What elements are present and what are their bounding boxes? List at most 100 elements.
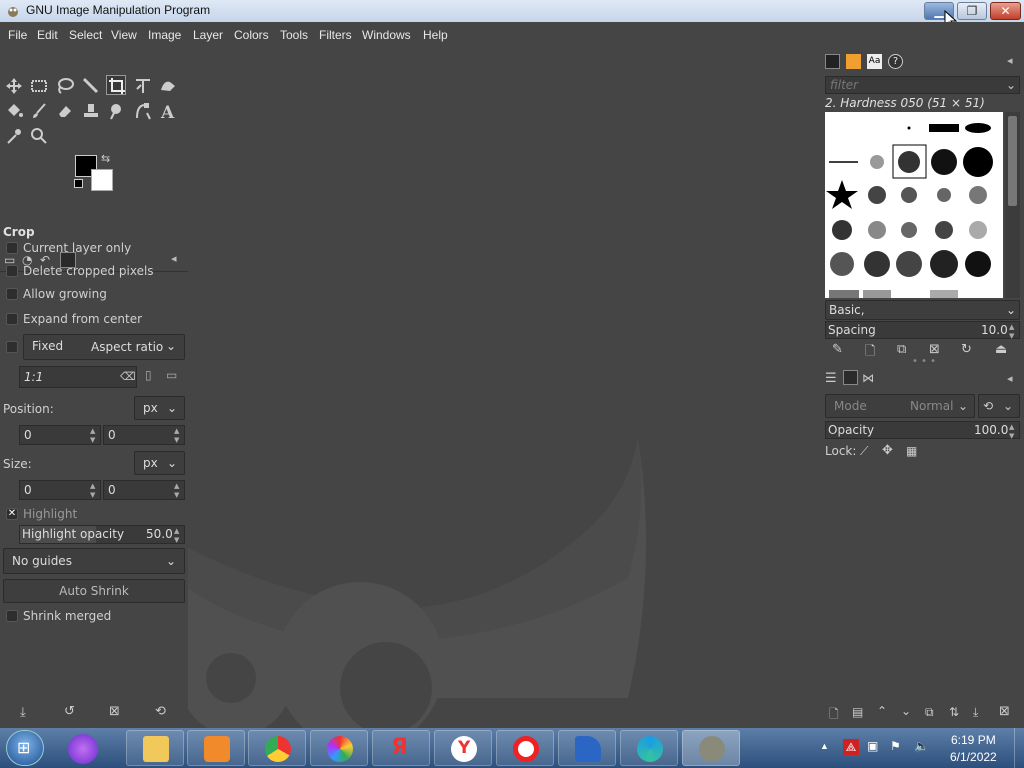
menu-file[interactable]: File — [8, 28, 27, 42]
help-tab-icon[interactable]: ? — [888, 54, 903, 69]
file-explorer-app[interactable] — [126, 730, 184, 766]
clear-icon[interactable]: ⌫ — [120, 367, 136, 387]
zoom-tool-icon[interactable] — [29, 126, 49, 146]
channels-tab-icon[interactable] — [843, 370, 858, 385]
fonts-tab-icon[interactable]: Aa — [867, 54, 882, 69]
tab-menu-icon[interactable]: ◂ — [171, 252, 177, 265]
layers-tab-icon[interactable]: ☰ — [825, 371, 837, 386]
spin-arrows-icon[interactable]: ▲ ▼ — [90, 427, 98, 445]
spacing-slider[interactable]: Spacing 10.0 ▲ ▼ — [825, 321, 1020, 341]
tab-menu-icon[interactable]: ◂ — [1007, 54, 1013, 67]
close-button[interactable]: ✕ — [990, 2, 1021, 20]
portrait-icon[interactable]: ▯ — [145, 368, 152, 382]
dock-separator-handle[interactable]: • • • — [912, 356, 936, 367]
menu-help[interactable]: Help — [423, 28, 448, 42]
highlight-checkbox[interactable]: ✕ — [6, 508, 18, 520]
landscape-icon[interactable]: ▭ — [166, 368, 177, 382]
edge-app[interactable] — [620, 730, 678, 766]
lock-position-icon[interactable]: ✥ — [882, 443, 893, 458]
alice-assistant-icon[interactable] — [68, 734, 98, 764]
size-height-input[interactable]: 0 ▲ ▼ — [103, 480, 185, 500]
menu-windows[interactable]: Windows — [362, 28, 411, 42]
anchor-layer-icon[interactable]: ⇅ — [949, 705, 959, 719]
menu-image[interactable]: Image — [148, 28, 181, 42]
menu-edit[interactable]: Edit — [37, 28, 58, 42]
restore-options-icon[interactable]: ↺ — [64, 704, 75, 719]
flag-icon[interactable]: ⚑ — [890, 739, 901, 753]
layer-composite-dropdown[interactable]: ⟲ ⌄ — [978, 394, 1020, 418]
lock-pixels-icon[interactable]: ⟋ — [860, 444, 868, 459]
background-color-swatch[interactable] — [91, 169, 113, 191]
menu-view[interactable]: View — [111, 28, 137, 42]
menu-colors[interactable]: Colors — [234, 28, 269, 42]
media-player-app[interactable] — [187, 730, 245, 766]
chrome-app[interactable] — [248, 730, 306, 766]
device-icon[interactable]: ▣ — [867, 739, 878, 753]
position-x-input[interactable]: 0 ▲ ▼ — [19, 425, 101, 445]
fixed-mode-dropdown[interactable]: Fixed Aspect ratio ⌄ — [23, 334, 185, 360]
paths-tab-icon[interactable]: ⋈ — [862, 371, 874, 385]
text-tool-icon[interactable]: A — [158, 101, 178, 123]
swap-colors-icon[interactable]: ⇆ — [101, 152, 110, 165]
brush-filter-input[interactable]: filter ⌄ — [825, 76, 1020, 94]
size-unit-dropdown[interactable]: px ⌄ — [134, 451, 185, 475]
lock-alpha-icon[interactable]: ▦ — [906, 444, 917, 458]
brushes-tab-icon[interactable] — [825, 54, 840, 69]
refresh-brushes-icon[interactable]: ↻ — [961, 342, 972, 357]
expand-from-center-checkbox[interactable] — [6, 313, 18, 325]
clone-tool-icon[interactable] — [81, 101, 101, 121]
brush-scrollbar[interactable] — [1005, 112, 1020, 298]
clock-date[interactable]: 6/1/2022 — [950, 750, 997, 764]
crop-tool-icon[interactable] — [106, 75, 126, 95]
merge-layer-icon[interactable]: ⤓ — [973, 705, 978, 720]
position-unit-dropdown[interactable]: px ⌄ — [134, 396, 185, 420]
volume-icon[interactable]: 🔈 — [914, 739, 929, 753]
spin-arrows-icon[interactable]: ▲ ▼ — [174, 427, 182, 445]
photos-app[interactable] — [310, 730, 368, 766]
save-options-icon[interactable]: ⤓ — [20, 705, 26, 720]
scrollbar-thumb[interactable] — [1008, 116, 1017, 206]
yandex-browser-app[interactable]: Я — [372, 730, 430, 766]
size-width-input[interactable]: 0 ▲ ▼ — [19, 480, 101, 500]
eraser-tool-icon[interactable] — [55, 101, 75, 121]
lasso-tool-icon[interactable] — [55, 76, 75, 96]
paths-tool-icon[interactable] — [133, 101, 153, 121]
new-layer-icon[interactable]: 🗋 — [829, 705, 839, 726]
antivirus-icon[interactable]: ⟁ — [843, 739, 859, 755]
spin-arrows-icon[interactable]: ▲ ▼ — [1009, 323, 1017, 341]
reset-options-icon[interactable]: ⟲ — [155, 704, 166, 719]
new-brush-icon[interactable]: 🗋 — [865, 342, 875, 364]
current-layer-only-checkbox[interactable] — [6, 242, 18, 254]
move-tool-icon[interactable] — [4, 76, 24, 96]
shrink-merged-checkbox[interactable] — [6, 610, 18, 622]
menu-select[interactable]: Select — [69, 28, 102, 42]
menu-tools[interactable]: Tools — [280, 28, 308, 42]
smudge-tool-icon[interactable] — [106, 101, 126, 121]
delete-cropped-pixels-checkbox[interactable] — [6, 265, 18, 277]
bucket-fill-tool-icon[interactable] — [4, 101, 24, 121]
brush-grid[interactable] — [825, 112, 1003, 298]
clock-time[interactable]: 6:19 PM — [951, 733, 996, 747]
layer-mode-dropdown[interactable]: Mode Normal ⌄ — [825, 394, 975, 418]
auto-shrink-button[interactable]: Auto Shrink — [3, 579, 185, 603]
spin-arrows-icon[interactable]: ▲ ▼ — [174, 482, 182, 500]
delete-brush-icon[interactable]: ⊠ — [929, 342, 940, 357]
opera-app[interactable] — [496, 730, 554, 766]
spin-arrows-icon[interactable]: ▲ ▼ — [1009, 423, 1017, 441]
lower-layer-icon[interactable]: ⌄ — [901, 704, 911, 718]
layers-list[interactable] — [823, 460, 1021, 700]
menu-filters[interactable]: Filters — [319, 28, 352, 42]
show-desktop-button[interactable] — [1014, 728, 1024, 768]
tab-menu-icon[interactable]: ◂ — [1007, 372, 1013, 385]
new-layer-group-icon[interactable]: ▤ — [852, 705, 863, 719]
unified-transform-tool-icon[interactable] — [133, 76, 153, 96]
duplicate-brush-icon[interactable]: ⧉ — [897, 342, 906, 357]
edit-brush-icon[interactable]: ✎ — [832, 342, 843, 357]
spin-arrows-icon[interactable]: ▲ ▼ — [90, 482, 98, 500]
image-canvas-area[interactable] — [188, 48, 822, 728]
guides-dropdown[interactable]: No guides ⌄ — [3, 548, 185, 574]
allow-growing-checkbox[interactable] — [6, 288, 18, 300]
brush-tag-dropdown[interactable]: Basic, ⌄ — [825, 300, 1020, 320]
position-y-input[interactable]: 0 ▲ ▼ — [103, 425, 185, 445]
delete-options-icon[interactable]: ⊠ — [109, 704, 120, 719]
